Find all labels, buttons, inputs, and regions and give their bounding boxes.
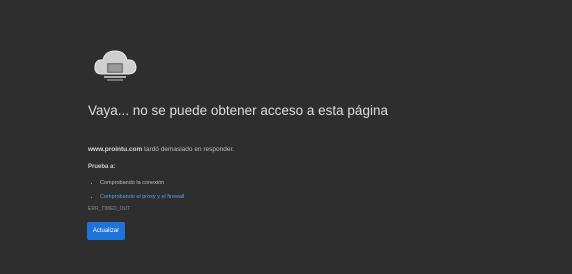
error-description: www.prointu.com tardó demasiado en respo…	[88, 146, 234, 153]
error-code: ERR_TIMED_OUT	[88, 206, 131, 212]
suggestion-check-connection: Comprobando la conexión	[100, 180, 165, 186]
reload-button[interactable]: Actualizar	[87, 222, 125, 240]
try-label: Prueba a:	[88, 164, 116, 170]
page-title: Vaya... no se puede obtener acceso a est…	[88, 103, 388, 118]
list-item: Comprobando la conexión	[100, 176, 184, 190]
list-item: Comprobando el proxy y el firewall	[100, 190, 184, 204]
cloud-error-icon	[94, 50, 137, 81]
suggestion-list: Comprobando la conexión Comprobando el p…	[92, 176, 184, 204]
site-name: www.prointu.com	[88, 146, 143, 153]
suggestion-check-proxy-link[interactable]: Comprobando el proxy y el firewall	[100, 194, 184, 200]
site-message: tardó demasiado en responder.	[144, 146, 235, 153]
error-page: Vaya... no se puede obtener acceso a est…	[0, 0, 572, 274]
